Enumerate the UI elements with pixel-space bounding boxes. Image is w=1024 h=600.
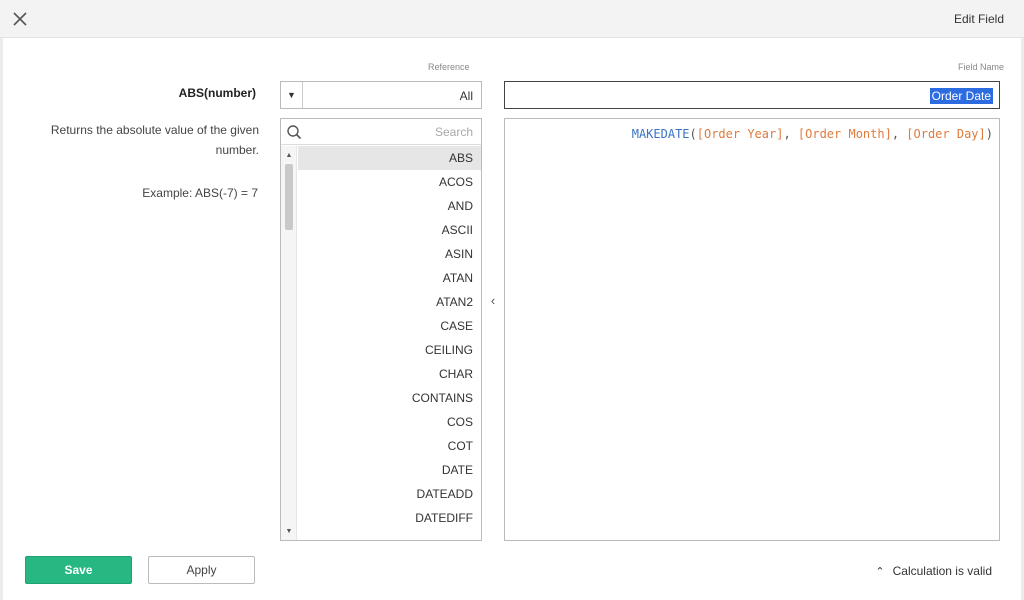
formula-text: MAKEDATE([Order Year], [Order Month], [O… bbox=[631, 127, 993, 141]
save-button[interactable]: Save bbox=[25, 556, 132, 584]
function-list-item[interactable]: DATEDIFF bbox=[298, 506, 481, 530]
formula-arg: [Order Day] bbox=[906, 127, 986, 141]
function-list-item[interactable]: AND bbox=[298, 194, 481, 218]
left-border bbox=[0, 38, 3, 600]
search-icon bbox=[287, 125, 302, 140]
title-bar: Edit Field bbox=[0, 0, 1024, 38]
function-list-item[interactable]: CHAR bbox=[298, 362, 481, 386]
apply-button[interactable]: Apply bbox=[148, 556, 255, 584]
chevron-down-icon[interactable]: ▼ bbox=[281, 82, 303, 108]
function-list: ABS ACOS AND ASCII ASIN ATAN ATAN2 CASE CEILING C… bbox=[298, 146, 481, 530]
function-list-item[interactable]: ACOS bbox=[298, 170, 481, 194]
window-title: Edit Field bbox=[953, 12, 1004, 26]
formula-arg: [Order Year] bbox=[696, 127, 784, 141]
function-list-item[interactable]: ATAN bbox=[298, 266, 481, 290]
function-list-item[interactable]: ABS bbox=[298, 146, 481, 170]
field-name-label: Field Name bbox=[958, 62, 1005, 72]
function-list-item[interactable]: DATE bbox=[298, 458, 481, 482]
function-search-input[interactable]: Search bbox=[281, 119, 481, 145]
search-placeholder: Search bbox=[434, 125, 473, 139]
formula-editor[interactable]: MAKEDATE([Order Year], [Order Month], [O… bbox=[504, 118, 1000, 541]
field-name-input[interactable]: Order Date bbox=[504, 81, 1000, 109]
function-list-item[interactable]: DATEADD bbox=[298, 482, 481, 506]
field-name-value: Order Date bbox=[929, 88, 993, 104]
formula-function: MAKEDATE bbox=[631, 127, 690, 141]
reference-value: All bbox=[459, 89, 473, 103]
chevron-left-icon[interactable]: ‹ bbox=[486, 292, 500, 308]
calculation-status-toggle[interactable]: ⌃ Calculation is valid bbox=[875, 564, 992, 578]
scrollbar-thumb[interactable] bbox=[285, 164, 293, 230]
function-list-item[interactable]: ASCII bbox=[298, 218, 481, 242]
function-list-item[interactable]: COS bbox=[298, 410, 481, 434]
function-list-item[interactable]: CEILING bbox=[298, 338, 481, 362]
function-example: Example: ABS(-7) = 7 bbox=[142, 186, 258, 200]
function-list-panel: Search ▲ ▼ ABS ACOS AND ASCII ASIN ATAN ATAN2 C… bbox=[280, 118, 482, 541]
function-list-item[interactable]: ASIN bbox=[298, 242, 481, 266]
reference-dropdown[interactable]: ▼ All bbox=[280, 81, 482, 109]
function-list-item[interactable]: CONTAINS bbox=[298, 386, 481, 410]
scroll-up-icon[interactable]: ▲ bbox=[281, 148, 297, 162]
function-list-item[interactable]: CASE bbox=[298, 314, 481, 338]
chevron-up-icon: ⌃ bbox=[875, 565, 885, 578]
function-list-item[interactable]: COT bbox=[298, 434, 481, 458]
scroll-down-icon[interactable]: ▼ bbox=[281, 524, 297, 538]
reference-label: Reference bbox=[428, 62, 470, 72]
formula-arg: [Order Month] bbox=[797, 127, 892, 141]
close-icon[interactable] bbox=[8, 7, 32, 31]
function-list-item[interactable]: ATAN2 bbox=[298, 290, 481, 314]
function-list-scrollbar[interactable]: ▲ ▼ bbox=[281, 146, 297, 540]
calculation-status-text: Calculation is valid bbox=[892, 564, 992, 578]
function-description: Returns the absolute value of the given … bbox=[50, 123, 259, 157]
function-signature: ABS(number) bbox=[178, 86, 256, 100]
